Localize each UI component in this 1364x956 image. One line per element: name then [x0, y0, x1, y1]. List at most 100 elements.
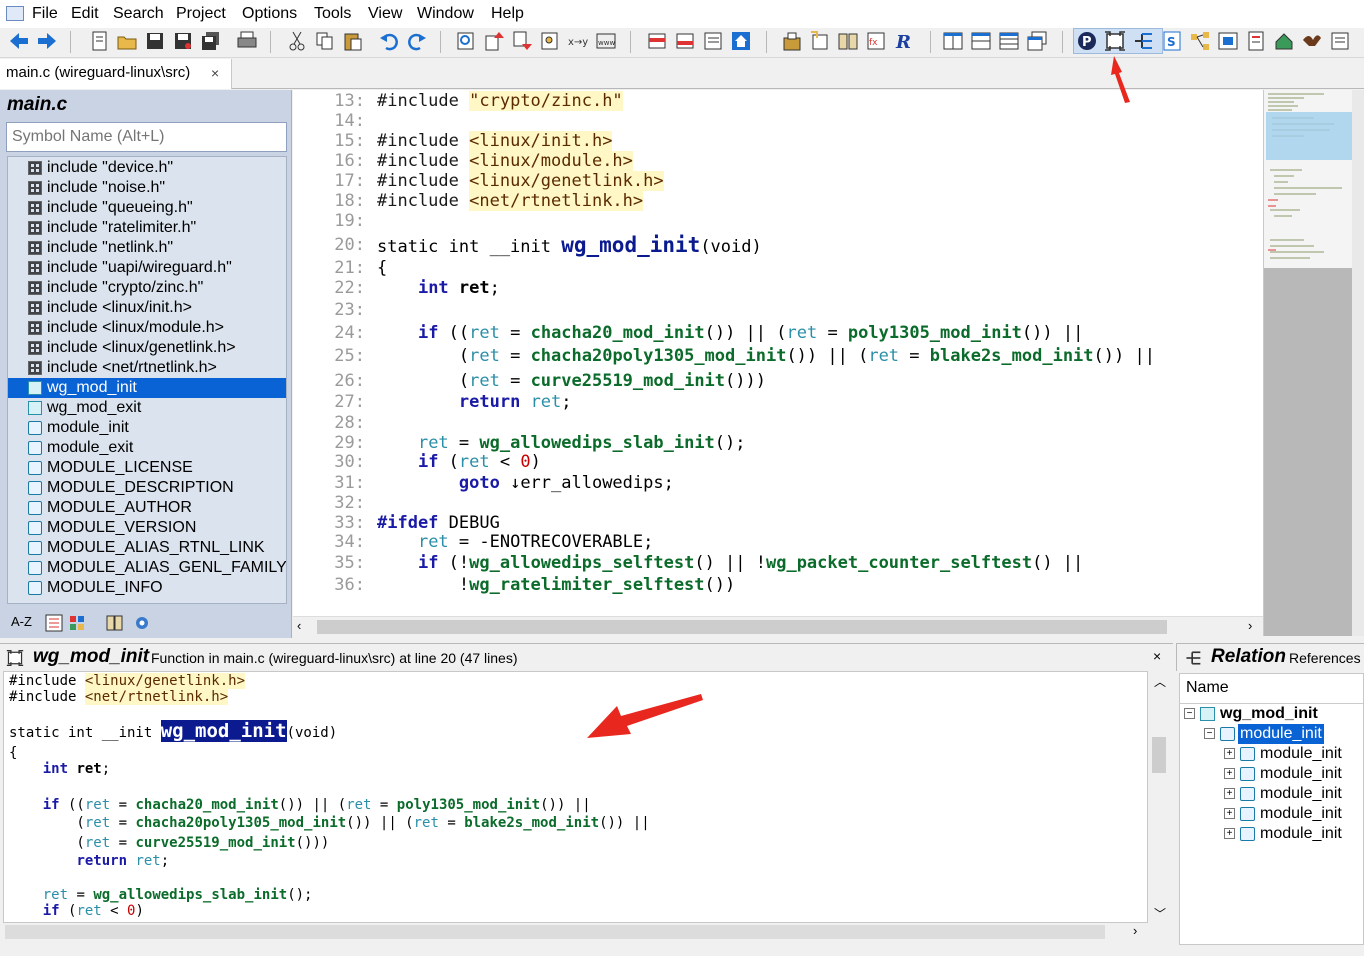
project-icon[interactable] — [781, 30, 803, 52]
menu-help[interactable]: Help — [491, 5, 524, 23]
scroll-right-icon[interactable]: › — [1248, 618, 1252, 633]
symbol-list-item[interactable]: include <linux/module.h> — [8, 318, 286, 338]
cut-icon[interactable] — [286, 30, 308, 52]
menu-file[interactable]: File — [32, 5, 58, 23]
book-icon[interactable] — [105, 614, 125, 632]
symbol-list-item[interactable]: module_exit — [8, 438, 286, 458]
relation-tree-node[interactable]: + module_init — [1180, 744, 1363, 764]
open-icon[interactable] — [116, 30, 138, 52]
relation-window-icon[interactable] — [1132, 30, 1154, 52]
jump-down-icon[interactable] — [511, 30, 533, 52]
expand-icon[interactable]: + — [1224, 808, 1235, 819]
context-horizontal-scrollbar[interactable]: › — [3, 923, 1148, 941]
find-files-icon[interactable] — [539, 30, 561, 52]
symbol-search-input[interactable] — [6, 122, 287, 152]
relation-tree-node[interactable]: − wg_mod_init — [1180, 704, 1363, 724]
symbol-list-item[interactable]: include <linux/genetlink.h> — [8, 338, 286, 358]
menu-project[interactable]: Project — [176, 5, 226, 23]
menu-tools[interactable]: Tools — [314, 5, 351, 23]
call-graph-icon[interactable] — [1189, 30, 1211, 52]
context-code-line[interactable]: if ((ret = chacha20_mod_init()) || (ret … — [9, 796, 591, 814]
context-code-line[interactable]: #include <net/rtnetlink.h> — [9, 688, 229, 706]
save-icon[interactable] — [144, 30, 166, 52]
symbol-list-item[interactable]: include "crypto/zinc.h" — [8, 278, 286, 298]
symbol-list-item[interactable]: MODULE_INFO — [8, 578, 286, 598]
relation-tree-node[interactable]: + module_init — [1180, 804, 1363, 824]
save-all-icon[interactable] — [200, 30, 222, 52]
relation-tree[interactable]: Name − wg_mod_init − module_init + module_ini… — [1179, 673, 1364, 945]
minimap-scrollbar[interactable] — [1352, 90, 1364, 636]
next-bookmark-icon[interactable] — [674, 30, 696, 52]
menu-edit[interactable]: Edit — [71, 5, 99, 23]
scroll-left-icon[interactable]: ‹ — [297, 618, 301, 633]
context-window[interactable]: #include <linux/genetlink.h> #include <ne… — [3, 671, 1148, 923]
context-code-line[interactable]: int ret; — [9, 760, 110, 778]
context-hscroll-thumb[interactable] — [5, 925, 1105, 939]
menu-search[interactable]: Search — [113, 5, 164, 23]
copy-icon[interactable] — [314, 30, 336, 52]
sort-az-button[interactable]: A-Z — [11, 614, 32, 629]
undo-icon[interactable] — [378, 30, 400, 52]
list-view-icon[interactable] — [45, 614, 63, 632]
jump-up-icon[interactable] — [483, 30, 505, 52]
window-list-icon[interactable] — [1245, 30, 1267, 52]
symbol-list-item[interactable]: MODULE_DESCRIPTION — [8, 478, 286, 498]
back-icon[interactable] — [8, 30, 30, 52]
symbol-list-item[interactable]: include "netlink.h" — [8, 238, 286, 258]
sync-icon[interactable] — [1273, 30, 1295, 52]
scroll-up-icon[interactable]: ︿ — [1154, 673, 1166, 690]
expand-icon[interactable]: + — [1224, 828, 1235, 839]
symbol-list-item[interactable]: wg_mod_exit — [8, 398, 286, 418]
context-code-line[interactable]: return ret; — [9, 852, 169, 870]
expand-icon[interactable]: + — [1224, 788, 1235, 799]
paste-icon[interactable] — [342, 30, 364, 52]
scroll-down-icon[interactable]: ﹀ — [1154, 905, 1166, 922]
symbol-list-item[interactable]: wg_mod_init — [8, 378, 286, 398]
symbol-list-item[interactable]: MODULE_ALIAS_RTNL_LINK — [8, 538, 286, 558]
bookmark-list-icon[interactable] — [702, 30, 724, 52]
collapse-icon[interactable]: − — [1184, 708, 1195, 719]
relation-column-header[interactable]: Name — [1180, 674, 1363, 704]
editor-scroll-thumb[interactable] — [317, 620, 1167, 634]
symbol-window-icon[interactable]: S — [1161, 30, 1183, 52]
relation-tree-node[interactable]: + module_init — [1180, 824, 1363, 844]
lookup-icon[interactable]: fx — [865, 30, 887, 52]
layout4-icon[interactable] — [1026, 30, 1048, 52]
symbol-list-item[interactable]: MODULE_VERSION — [8, 518, 286, 538]
app-icon[interactable] — [6, 6, 24, 21]
symbol-list-item[interactable]: include "noise.h" — [8, 178, 286, 198]
layout3-icon[interactable] — [998, 30, 1020, 52]
browse-icon[interactable] — [837, 30, 859, 52]
context-scroll-thumb[interactable] — [1152, 737, 1166, 773]
prev-bookmark-icon[interactable] — [646, 30, 668, 52]
context-window-close-icon[interactable]: × — [1153, 648, 1161, 664]
dove-icon[interactable] — [1301, 30, 1323, 52]
relation-tree-node[interactable]: + module_init — [1180, 764, 1363, 784]
symbol-list-item[interactable]: include <linux/init.h> — [8, 298, 286, 318]
options-icon[interactable] — [1329, 30, 1351, 52]
context-code-line[interactable]: (ret = curve25519_mod_init())) — [9, 834, 329, 852]
symbol-list-item[interactable]: include "queueing.h" — [8, 198, 286, 218]
editor-horizontal-scrollbar[interactable]: ‹ › — [293, 616, 1263, 636]
replace-icon[interactable]: x→y — [567, 30, 589, 52]
r-icon[interactable]: R — [893, 30, 915, 52]
relation-tree-node[interactable]: + module_init — [1180, 784, 1363, 804]
context-vertical-scrollbar[interactable]: ︿ ﹀ — [1148, 671, 1170, 923]
minimap-viewport[interactable] — [1266, 112, 1354, 160]
redo-icon[interactable] — [406, 30, 428, 52]
context-window-icon[interactable] — [1104, 30, 1126, 52]
menu-view[interactable]: View — [368, 5, 402, 23]
settings-gear-icon[interactable] — [133, 614, 151, 632]
scroll-right-icon[interactable]: › — [1133, 923, 1137, 938]
context-code-line[interactable]: static int __init wg_mod_init(void) — [9, 720, 337, 742]
file-tab-main-c[interactable]: main.c (wireguard-linux\src) × — [0, 59, 232, 89]
menu-window[interactable]: Window — [417, 5, 474, 23]
class-browser-icon[interactable] — [1217, 30, 1239, 52]
context-code-line[interactable]: (ret = chacha20poly1305_mod_init()) || (… — [9, 814, 649, 832]
symbol-list-item[interactable]: include <net/rtnetlink.h> — [8, 358, 286, 378]
symbol-list-item[interactable]: MODULE_LICENSE — [8, 458, 286, 478]
source-editor[interactable]: 13: #include "crypto/zinc.h" 14: 15: #includ… — [293, 90, 1263, 616]
web-icon[interactable]: www — [595, 30, 617, 52]
expand-icon[interactable]: + — [1224, 748, 1235, 759]
symbol-list-item[interactable]: include "device.h" — [8, 158, 286, 178]
